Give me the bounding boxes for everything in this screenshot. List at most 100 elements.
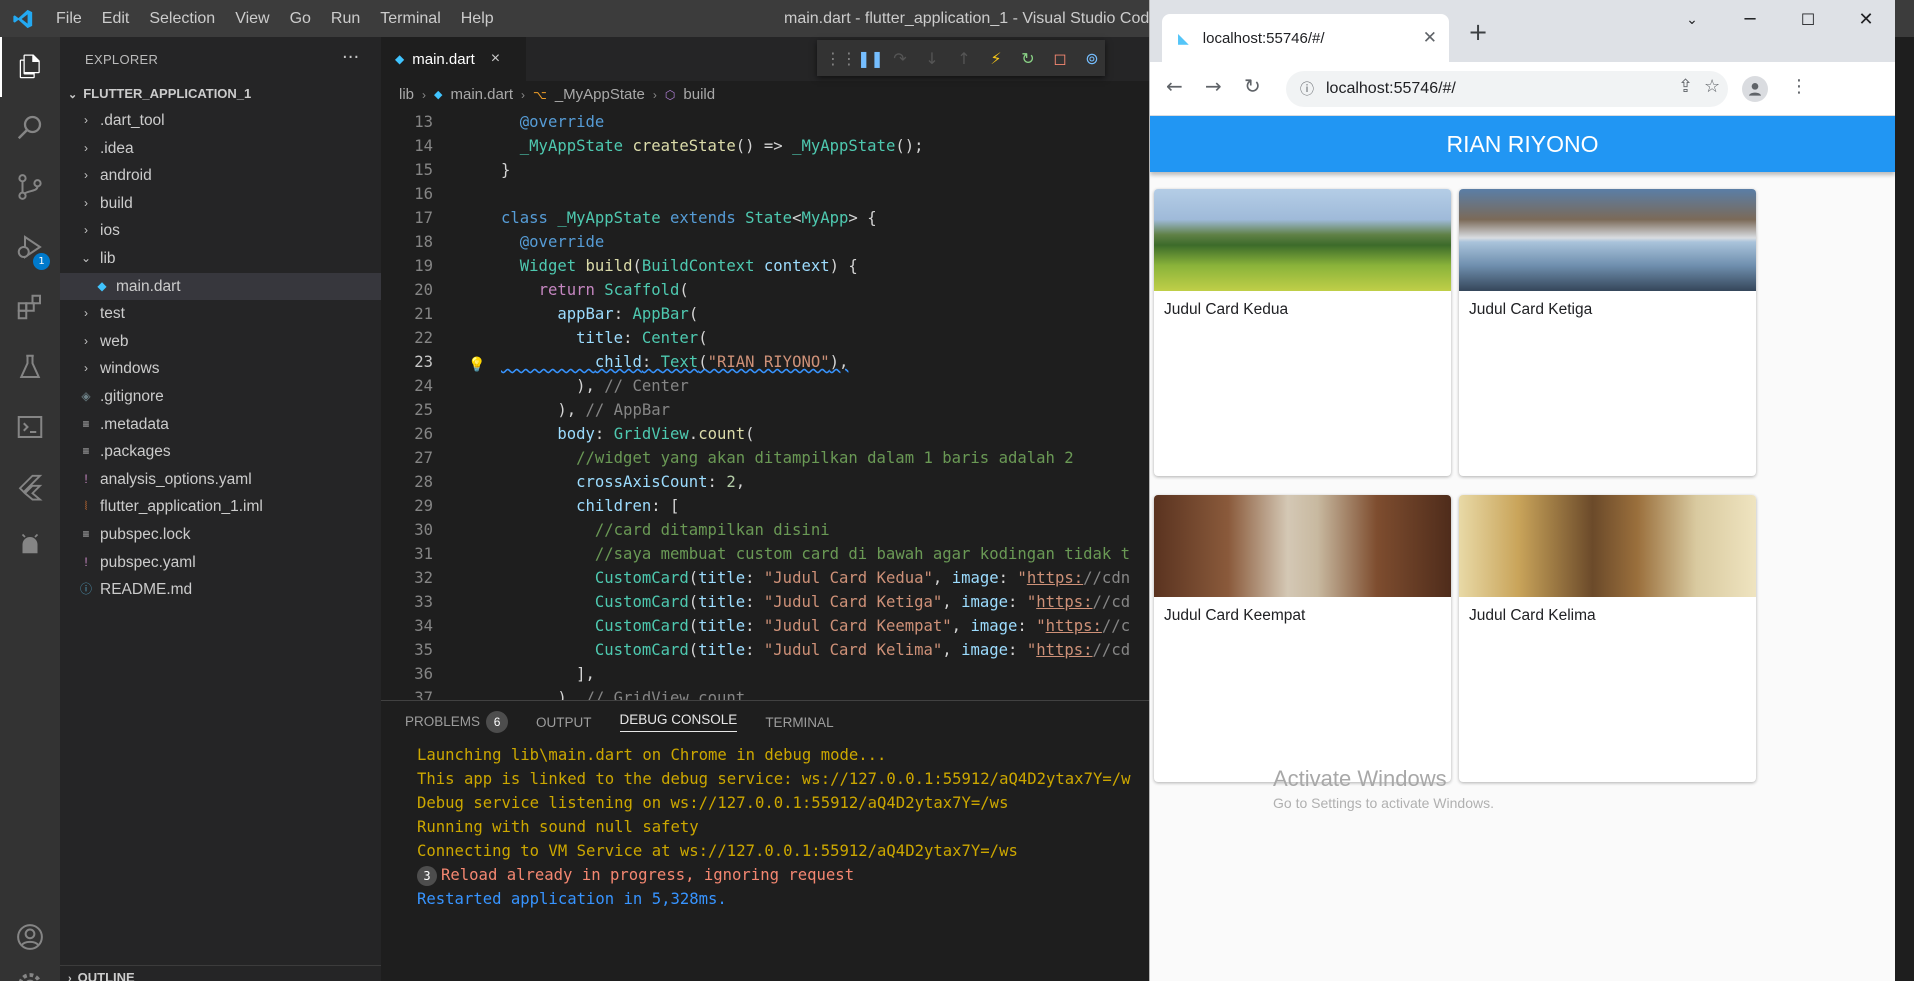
menu-view[interactable]: View <box>225 10 279 28</box>
extensions-icon[interactable] <box>0 277 60 337</box>
menu-go[interactable]: Go <box>280 10 321 28</box>
breadcrumb-class[interactable]: _MyAppState <box>555 86 645 103</box>
close-browser-tab-icon[interactable]: ✕ <box>1423 28 1437 48</box>
card-title: Judul Card Ketiga <box>1469 301 1593 318</box>
tab-problems[interactable]: PROBLEMS 6 <box>405 711 509 733</box>
restart-icon[interactable]: ↻ <box>1017 49 1039 68</box>
menu-help[interactable]: Help <box>451 10 504 28</box>
tree-item-pubspec-yaml[interactable]: ! pubspec.yaml <box>60 549 381 577</box>
manage-gear-icon[interactable] <box>0 955 60 981</box>
tree-item-label: web <box>100 332 129 350</box>
pause-icon[interactable]: ❚❚ <box>857 49 884 68</box>
breadcrumb-file[interactable]: main.dart <box>450 86 513 103</box>
line-number: 21 <box>414 305 433 323</box>
breadcrumb-method[interactable]: build <box>683 86 715 103</box>
chrome-menu-icon[interactable]: ⋮ <box>1790 76 1808 97</box>
drag-handle-icon[interactable]: ⋮⋮ <box>825 49 857 68</box>
stop-icon[interactable]: ◻ <box>1049 49 1071 68</box>
bookmark-star-icon[interactable]: ☆ <box>1704 76 1720 97</box>
back-icon[interactable]: ← <box>1166 74 1183 98</box>
card-title: Judul Card Kelima <box>1469 607 1596 624</box>
breadcrumb-lib[interactable]: lib <box>399 86 414 103</box>
search-icon[interactable] <box>0 97 60 157</box>
tree-item-gitignore[interactable]: ◈ .gitignore <box>60 383 381 411</box>
tab-main-dart[interactable]: ◆ main.dart × <box>381 37 526 81</box>
tree-item-web[interactable]: › web <box>60 328 381 356</box>
flutter-icon[interactable] <box>0 457 60 517</box>
debug-console-output: Launching lib\main.dart on Chrome in deb… <box>381 743 1149 911</box>
minimize-icon[interactable]: ─ <box>1721 0 1779 40</box>
tree-item-pubspec-lock[interactable]: ≡ pubspec.lock <box>60 521 381 549</box>
android-icon[interactable] <box>0 517 60 577</box>
tree-item-label: .gitignore <box>100 387 164 405</box>
menu-selection[interactable]: Selection <box>139 10 225 28</box>
close-tab-icon[interactable]: × <box>491 50 500 68</box>
profile-avatar[interactable] <box>1742 76 1768 102</box>
close-window-icon[interactable]: ✕ <box>1837 0 1895 40</box>
tree-item-android[interactable]: › android <box>60 162 381 190</box>
tab-search-icon[interactable]: ⌄ <box>1663 0 1721 40</box>
tree-item-readme-md[interactable]: ⓘ README.md <box>60 576 381 604</box>
custom-card[interactable]: Judul Card Kelima <box>1459 495 1756 782</box>
code-line: 13 @override <box>381 110 1149 134</box>
code-line: 37 ), // GridView.count <box>381 686 1149 700</box>
tree-item-flutter-application-1-iml[interactable]: ⦚ flutter_application_1.iml <box>60 493 381 521</box>
chevron-right-icon: › <box>84 140 88 155</box>
tree-item-analysis-options-yaml[interactable]: ! analysis_options.yaml <box>60 466 381 494</box>
tree-item-metadata[interactable]: ≡ .metadata <box>60 411 381 439</box>
flutter-favicon-icon: ◣ <box>1178 29 1189 46</box>
share-icon[interactable]: ⇪ <box>1678 76 1693 97</box>
site-info-icon[interactable]: ⓘ <box>1300 79 1314 99</box>
browser-tab[interactable]: ◣ localhost:55746/#/ ✕ <box>1162 14 1449 62</box>
browser-toolbar: ← → ↻ ⓘ localhost:55746/#/ ⇪ ☆ ⋮ <box>1150 62 1895 116</box>
code-line: 33 CustomCard(title: "Judul Card Ketiga"… <box>381 590 1149 614</box>
panel-tabs: PROBLEMS 6 OUTPUT DEBUG CONSOLE TERMINAL <box>381 701 1149 743</box>
more-actions-icon[interactable]: ··· <box>342 47 359 68</box>
hot-reload-icon[interactable]: ⚡ <box>985 49 1007 68</box>
run-debug-icon[interactable]: 1 <box>0 217 60 277</box>
address-bar[interactable]: ⓘ localhost:55746/#/ <box>1286 71 1728 107</box>
menu-terminal[interactable]: Terminal <box>370 10 450 28</box>
explorer-icon[interactable] <box>0 37 60 97</box>
menu-file[interactable]: File <box>46 10 92 28</box>
tree-item-ios[interactable]: › ios <box>60 217 381 245</box>
dart-file-icon: ◆ <box>434 89 443 101</box>
step-over-icon[interactable]: ↷ <box>889 49 911 68</box>
line-number: 34 <box>414 617 433 635</box>
terminal-panel-icon[interactable] <box>0 397 60 457</box>
tree-item-packages[interactable]: ≡ .packages <box>60 438 381 466</box>
reload-icon[interactable]: ↻ <box>1244 74 1261 98</box>
tree-item-windows[interactable]: › windows <box>60 355 381 383</box>
dart-file-icon: ◆ <box>395 52 405 66</box>
outline-section[interactable]: › OUTLINE <box>60 965 381 981</box>
tab-output[interactable]: OUTPUT <box>536 715 592 730</box>
source-control-icon[interactable] <box>0 157 60 217</box>
custom-card[interactable]: Judul Card Kedua <box>1154 189 1451 476</box>
maximize-icon[interactable]: ☐ <box>1779 0 1837 40</box>
menu-run[interactable]: Run <box>321 10 370 28</box>
tab-debug-console[interactable]: DEBUG CONSOLE <box>619 712 738 732</box>
forward-icon[interactable]: → <box>1205 74 1222 98</box>
code-editor[interactable]: 13 @override 14 _MyAppState createState()… <box>381 110 1149 700</box>
custom-card[interactable]: Judul Card Ketiga <box>1459 189 1756 476</box>
tab-terminal[interactable]: TERMINAL <box>765 715 833 730</box>
tree-item-dart-tool[interactable]: › .dart_tool <box>60 107 381 135</box>
tree-item-build[interactable]: › build <box>60 190 381 218</box>
code-line: 29 children: [ <box>381 494 1149 518</box>
menu-edit[interactable]: Edit <box>92 10 140 28</box>
step-out-icon[interactable]: ↑ <box>953 49 975 68</box>
tree-item-test[interactable]: › test <box>60 300 381 328</box>
new-tab-icon[interactable]: + <box>1468 18 1488 46</box>
breadcrumb: lib › ◆ main.dart › ⌥ _MyAppState › ⬡ bu… <box>381 81 1149 108</box>
devtools-icon[interactable]: ⊚ <box>1081 49 1103 68</box>
custom-card[interactable]: Judul Card Keempat <box>1154 495 1451 782</box>
tree-item-main-dart[interactable]: ◆ main.dart <box>60 272 381 301</box>
testing-flask-icon[interactable] <box>0 337 60 397</box>
workspace-root[interactable]: ⌄ FLUTTER_APPLICATION_1 <box>60 81 381 107</box>
tree-item-idea[interactable]: › .idea <box>60 135 381 163</box>
tree-item-lib[interactable]: ⌄ lib <box>60 245 381 273</box>
code-text: crossAxisCount: 2, <box>576 473 746 491</box>
step-into-icon[interactable]: ↓ <box>921 49 943 68</box>
tree-item-label: ios <box>100 222 120 240</box>
class-symbol-icon: ⌥ <box>533 87 547 102</box>
